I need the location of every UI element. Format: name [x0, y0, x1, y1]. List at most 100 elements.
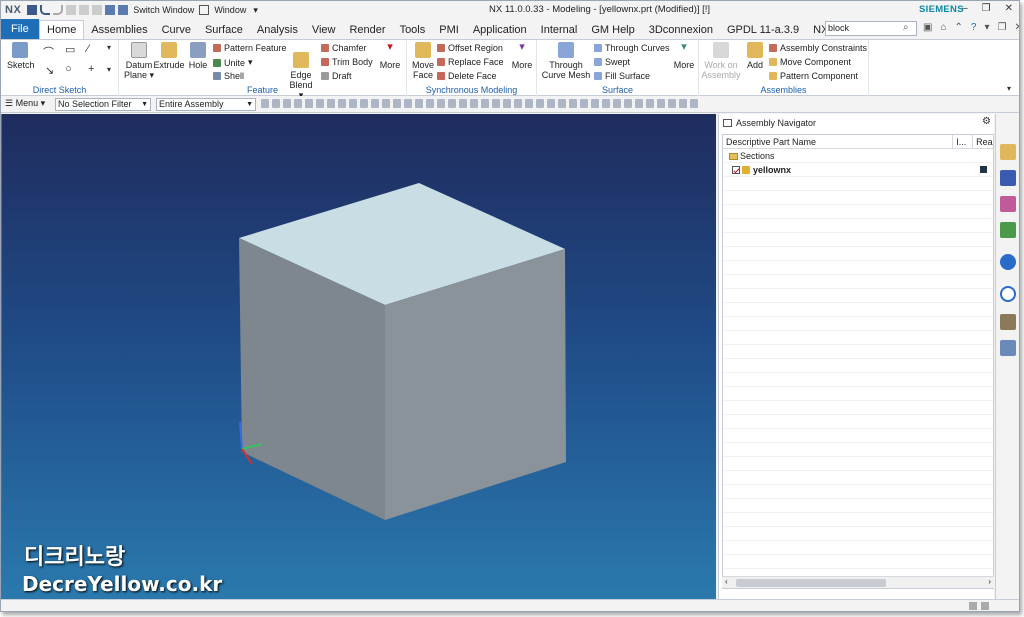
roles-icon[interactable] [1000, 340, 1016, 356]
column-read-only[interactable]: Rea [973, 135, 993, 148]
assembly-constraints-button[interactable]: Assembly Constraints [769, 43, 867, 53]
sketch-gallery-icon[interactable]: ▾ [107, 65, 111, 74]
extrude-button[interactable]: Extrude [153, 42, 185, 70]
help-icon[interactable]: ? [971, 22, 977, 33]
tab-view[interactable]: View [305, 24, 343, 39]
navigator-window-icon[interactable] [723, 119, 732, 127]
help-dropdown-icon[interactable]: ▾ [984, 22, 989, 33]
graphics-viewport[interactable]: 디크리노랑 DecreYellow.co.kr [1, 114, 716, 599]
tab-home[interactable]: Home [39, 20, 85, 39]
save-icon[interactable] [27, 5, 38, 15]
draft-button[interactable]: Draft [321, 71, 352, 81]
line-icon[interactable]: ⁄ [87, 43, 89, 55]
arc-icon[interactable]: ⌒ [43, 44, 54, 60]
shell-button[interactable]: Shell [213, 71, 244, 81]
scrollbar-thumb[interactable] [736, 579, 886, 587]
navigator-row-yellownx[interactable]: yellownx [723, 163, 993, 177]
doc-restore-icon[interactable]: ❐ [997, 22, 1006, 33]
fillet-icon[interactable]: ↘ [45, 64, 54, 77]
switch-window-button[interactable]: Switch Window [133, 5, 194, 15]
delete-face-button[interactable]: Delete Face [437, 71, 497, 81]
tab-pmi[interactable]: PMI [432, 24, 466, 39]
swept-button[interactable]: Swept [594, 57, 630, 67]
scroll-left-icon[interactable]: ‹ [725, 577, 728, 586]
add-component-button[interactable]: Add [743, 42, 767, 70]
column-info[interactable]: I... [953, 135, 974, 148]
part-navigator-icon[interactable] [1000, 144, 1016, 160]
navigator-row-sections[interactable]: Sections [723, 149, 993, 163]
tab-3dconnexion[interactable]: 3Dconnexion [642, 24, 720, 39]
pattern-feature-button[interactable]: Pattern Feature [213, 43, 287, 53]
copy-icon[interactable] [79, 5, 90, 15]
rectangle-icon[interactable]: ▭ [65, 43, 75, 56]
restore-icon[interactable]: ❐ [982, 3, 991, 14]
tab-application[interactable]: Application [466, 24, 534, 39]
ribbon-options-icon[interactable]: ▾ [1007, 84, 1011, 93]
tab-gm-help[interactable]: GM Help [584, 24, 641, 39]
through-curve-mesh-button[interactable]: Through Curve Mesh [540, 42, 592, 80]
tab-analysis[interactable]: Analysis [250, 24, 305, 39]
cut-icon[interactable] [66, 5, 77, 15]
home-icon[interactable]: ⌂ [940, 22, 946, 33]
tab-assemblies[interactable]: Assemblies [84, 24, 154, 39]
point-icon[interactable]: + [88, 63, 94, 75]
history-icon[interactable] [1000, 286, 1016, 302]
repeat-command-icon[interactable] [105, 5, 116, 15]
navigator-settings-icon[interactable]: ⚙ [982, 116, 991, 127]
assembly-navigator-icon[interactable] [1000, 170, 1016, 186]
switch-window-icon[interactable] [118, 5, 129, 15]
fit-icon[interactable]: ▣ [923, 22, 932, 33]
snap-point-toolbar[interactable] [261, 99, 698, 108]
navigator-horizontal-scrollbar[interactable]: ‹ › [722, 576, 994, 588]
pattern-component-button[interactable]: Pattern Component [769, 71, 858, 81]
tab-render[interactable]: Render [342, 24, 392, 39]
hole-icon [190, 42, 206, 58]
doc-close-icon[interactable]: ✕ [1014, 22, 1019, 33]
tab-internal[interactable]: Internal [534, 24, 585, 39]
sync-more-button[interactable]: ▾ More [509, 42, 535, 71]
close-icon[interactable]: ✕ [1005, 3, 1013, 14]
hole-button[interactable]: Hole [187, 42, 209, 70]
chamfer-button[interactable]: Chamfer [321, 43, 367, 53]
window-icon[interactable] [199, 5, 210, 15]
web-browser-icon[interactable] [1000, 254, 1016, 270]
sketch-more-icon[interactable]: ▾ [107, 43, 111, 52]
datum-plane-button[interactable]: Datum Plane ▾ [123, 42, 155, 80]
sketch-button[interactable]: Sketch [7, 42, 35, 70]
system-materials-icon[interactable] [1000, 314, 1016, 330]
trim-body-button[interactable]: Trim Body [321, 57, 373, 67]
checkbox-icon[interactable] [732, 166, 740, 175]
redo-icon[interactable] [53, 5, 64, 15]
unite-button[interactable]: Unite ▾ [213, 57, 253, 68]
circle-icon[interactable]: ○ [65, 63, 72, 75]
scroll-right-icon[interactable]: › [988, 577, 991, 586]
menu-button[interactable]: ☰ Menu ▾ [5, 98, 45, 109]
undo-icon[interactable] [40, 5, 51, 15]
fill-surface-button[interactable]: Fill Surface [594, 71, 650, 81]
surface-more-button[interactable]: ▾ More [671, 42, 697, 71]
cube-model[interactable] [2, 114, 716, 599]
reuse-library-icon[interactable] [1000, 222, 1016, 238]
tab-curve[interactable]: Curve [155, 24, 198, 39]
collapse-ribbon-icon[interactable]: ⌃ [955, 22, 963, 33]
window-menu[interactable]: Window [214, 5, 246, 15]
tab-tools[interactable]: Tools [393, 24, 433, 39]
column-descriptive-part-name[interactable]: Descriptive Part Name [723, 135, 954, 148]
search-icon[interactable]: ⌕ [903, 22, 909, 33]
tab-gpdl[interactable]: GPDL 11-a.3.9 [720, 24, 806, 39]
move-face-button[interactable]: Move Face [411, 42, 435, 80]
constraint-navigator-icon[interactable] [1000, 196, 1016, 212]
paste-icon[interactable] [92, 5, 103, 15]
move-component-button[interactable]: Move Component [769, 57, 851, 67]
minimize-icon[interactable]: – [962, 3, 968, 14]
replace-face-button[interactable]: Replace Face [437, 57, 504, 67]
offset-region-button[interactable]: Offset Region [437, 43, 503, 53]
quick-access-chevron-icon[interactable]: ▾ [253, 5, 258, 16]
through-curves-button[interactable]: Through Curves [594, 43, 670, 53]
file-menu[interactable]: File [1, 19, 39, 39]
tab-surface[interactable]: Surface [198, 24, 250, 39]
feature-more-button[interactable]: ▾ More [377, 42, 403, 71]
selection-scope-select[interactable]: Entire Assembly ▼ [156, 98, 256, 111]
selection-filter-select[interactable]: No Selection Filter ▼ [55, 98, 151, 111]
work-on-assembly-button[interactable]: Work on Assembly [701, 42, 741, 80]
